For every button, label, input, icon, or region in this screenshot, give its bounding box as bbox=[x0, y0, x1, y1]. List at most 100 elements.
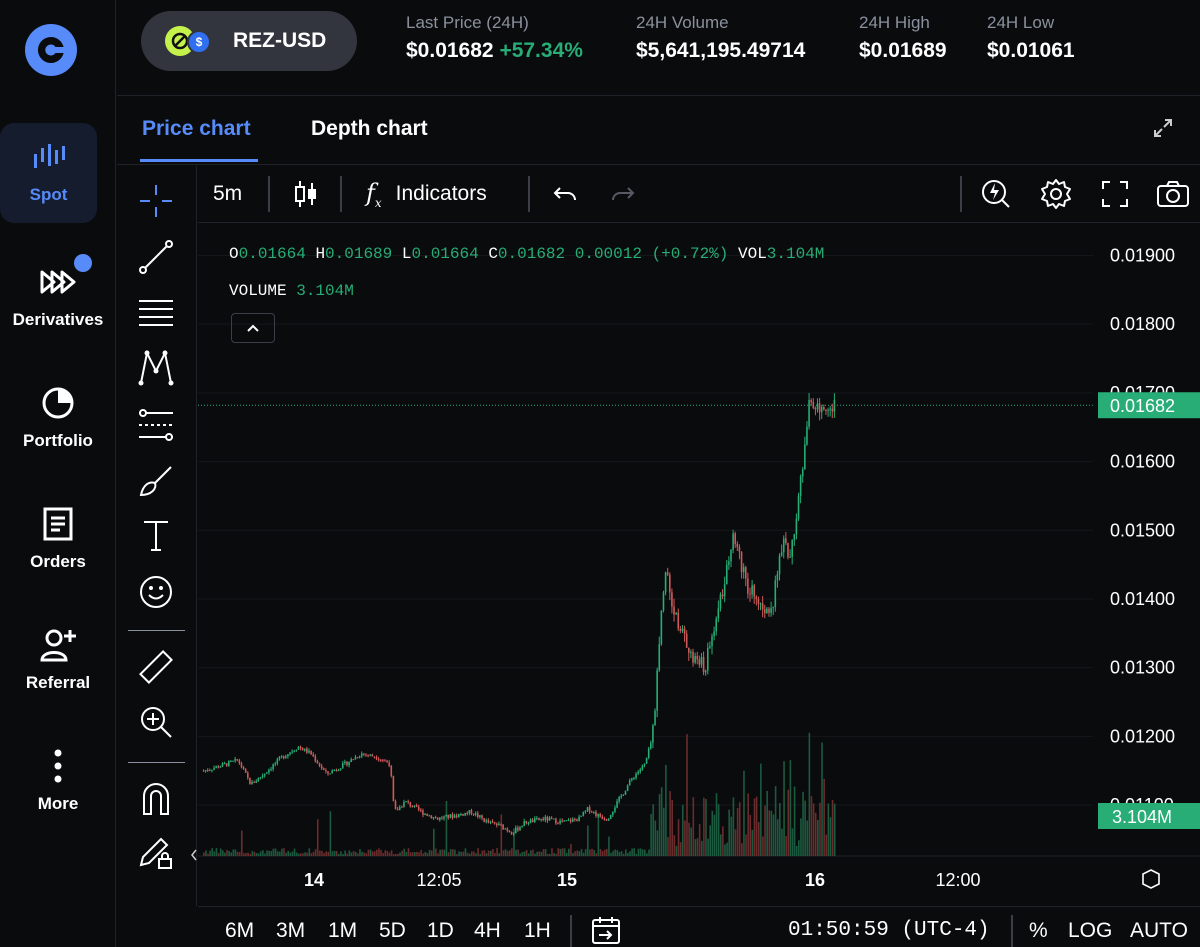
pattern-tool[interactable] bbox=[137, 349, 175, 387]
candle-type-button[interactable] bbox=[294, 178, 318, 210]
horizontal-lines-tool[interactable] bbox=[137, 294, 175, 332]
trend-line-tool[interactable] bbox=[137, 238, 175, 276]
chart-canvas[interactable]: 0.019000.018000.017000.016000.015000.014… bbox=[198, 224, 1200, 906]
candle-body bbox=[213, 767, 215, 770]
candle-body bbox=[249, 777, 251, 785]
candle-body bbox=[517, 827, 519, 831]
candle-body bbox=[618, 797, 620, 802]
candle-body bbox=[622, 794, 625, 796]
measure-tool[interactable] bbox=[137, 648, 175, 686]
expand-icon[interactable] bbox=[1152, 117, 1174, 139]
price-change-percent: +57.34% bbox=[499, 39, 583, 62]
volume-bar bbox=[230, 852, 233, 856]
screenshot-button[interactable] bbox=[1156, 178, 1190, 210]
text-tool[interactable] bbox=[137, 517, 175, 555]
nav-item-more[interactable]: More bbox=[0, 732, 116, 832]
emoji-tool[interactable] bbox=[137, 573, 175, 611]
fib-tool[interactable] bbox=[137, 406, 175, 444]
volume-bar bbox=[671, 799, 674, 856]
nav-item-derivatives[interactable]: Derivatives bbox=[0, 248, 116, 348]
volume-bar bbox=[437, 853, 439, 856]
volume-bar bbox=[662, 807, 665, 856]
tab-price-chart[interactable]: Price chart bbox=[142, 117, 251, 141]
brush-tool[interactable] bbox=[137, 462, 175, 500]
volume-bar bbox=[802, 791, 804, 856]
magnet-tool[interactable] bbox=[137, 780, 175, 818]
range-4h[interactable]: 4H bbox=[474, 919, 501, 943]
range-1m[interactable]: 1M bbox=[328, 919, 357, 943]
volume-bar bbox=[732, 797, 735, 856]
nav-item-orders[interactable]: Orders bbox=[0, 490, 116, 590]
candle-body bbox=[276, 759, 279, 764]
volume-bar bbox=[281, 848, 283, 856]
interval-selector[interactable]: 5m bbox=[213, 178, 242, 210]
pair-selector[interactable]: $ REZ-USD bbox=[141, 11, 357, 71]
range-1h[interactable]: 1H bbox=[524, 919, 551, 943]
candle-body bbox=[588, 807, 591, 812]
volume-bar bbox=[395, 853, 397, 856]
collapse-legend-button[interactable] bbox=[231, 313, 275, 343]
nav-label-referral: Referral bbox=[25, 673, 91, 692]
candle-body bbox=[238, 760, 241, 764]
coinbase-logo[interactable] bbox=[25, 24, 77, 76]
time-axis[interactable]: 14 12:05 15 16 12:00 bbox=[304, 869, 1160, 890]
candle-body bbox=[607, 818, 610, 821]
candle-body bbox=[643, 763, 646, 766]
nav-item-spot[interactable]: Spot bbox=[0, 123, 97, 223]
volume-bar bbox=[726, 842, 728, 856]
ruler-icon bbox=[139, 650, 173, 684]
indicators-button[interactable]: fx Indicators bbox=[366, 178, 487, 210]
price-axis[interactable]: 0.019000.018000.017000.016000.015000.014… bbox=[1098, 245, 1200, 829]
nav-item-referral[interactable]: Referral bbox=[0, 611, 116, 711]
crosshair-tool[interactable] bbox=[137, 182, 175, 220]
volume-bar bbox=[696, 838, 699, 856]
price-chart[interactable]: 0.019000.018000.017000.016000.015000.014… bbox=[198, 224, 1200, 906]
volume-bar bbox=[563, 848, 566, 856]
redo-button[interactable] bbox=[610, 178, 636, 210]
clock-timezone[interactable]: 01:50:59 (UTC-4) bbox=[788, 919, 990, 942]
volume-bar bbox=[500, 814, 503, 856]
candle-body bbox=[763, 609, 766, 614]
log-scale-toggle[interactable]: LOG bbox=[1068, 919, 1112, 943]
volume-bar bbox=[390, 850, 393, 856]
alert-button[interactable] bbox=[981, 178, 1011, 210]
volume-bar bbox=[255, 853, 258, 856]
tab-depth-chart[interactable]: Depth chart bbox=[311, 117, 428, 141]
volume-bar bbox=[401, 850, 403, 856]
candle-body bbox=[510, 832, 513, 835]
volume-bar bbox=[747, 793, 749, 856]
range-6m[interactable]: 6M bbox=[225, 919, 254, 943]
volume-bar bbox=[361, 851, 363, 856]
candle-body bbox=[738, 547, 741, 552]
range-1d[interactable]: 1D bbox=[427, 919, 454, 943]
date-range-button[interactable] bbox=[591, 915, 621, 947]
settings-button[interactable] bbox=[1040, 178, 1072, 210]
stat-label: Last Price (24H) bbox=[406, 13, 529, 32]
auto-scale-toggle[interactable]: AUTO bbox=[1130, 919, 1188, 943]
zoom-tool[interactable] bbox=[137, 703, 175, 741]
candle-body bbox=[709, 646, 711, 648]
collapse-toolbar-icon[interactable] bbox=[190, 848, 198, 862]
range-3m[interactable]: 3M bbox=[276, 919, 305, 943]
candle-body bbox=[780, 552, 783, 556]
candle-body bbox=[278, 757, 281, 760]
volume-bar bbox=[587, 825, 589, 856]
volume-bar bbox=[363, 852, 365, 856]
volume-bar bbox=[487, 850, 490, 856]
lock-drawings-tool[interactable] bbox=[137, 834, 175, 872]
candle-body bbox=[747, 578, 749, 594]
range-5d[interactable]: 5D bbox=[379, 919, 406, 943]
axis-settings-icon[interactable] bbox=[1142, 869, 1160, 889]
fullscreen-button[interactable] bbox=[1101, 178, 1129, 210]
percent-scale-toggle[interactable]: % bbox=[1029, 919, 1048, 943]
candle-body bbox=[398, 806, 401, 811]
volume-bar bbox=[253, 851, 256, 856]
volume-bar bbox=[447, 852, 450, 856]
volume-bar bbox=[622, 853, 625, 856]
nav-item-portfolio[interactable]: Portfolio bbox=[0, 369, 116, 469]
candle-body bbox=[810, 400, 812, 402]
candle-body bbox=[240, 763, 243, 768]
price-tick-label: 0.01500 bbox=[1110, 520, 1175, 540]
undo-button[interactable] bbox=[552, 178, 578, 210]
volume-bar bbox=[544, 849, 547, 856]
